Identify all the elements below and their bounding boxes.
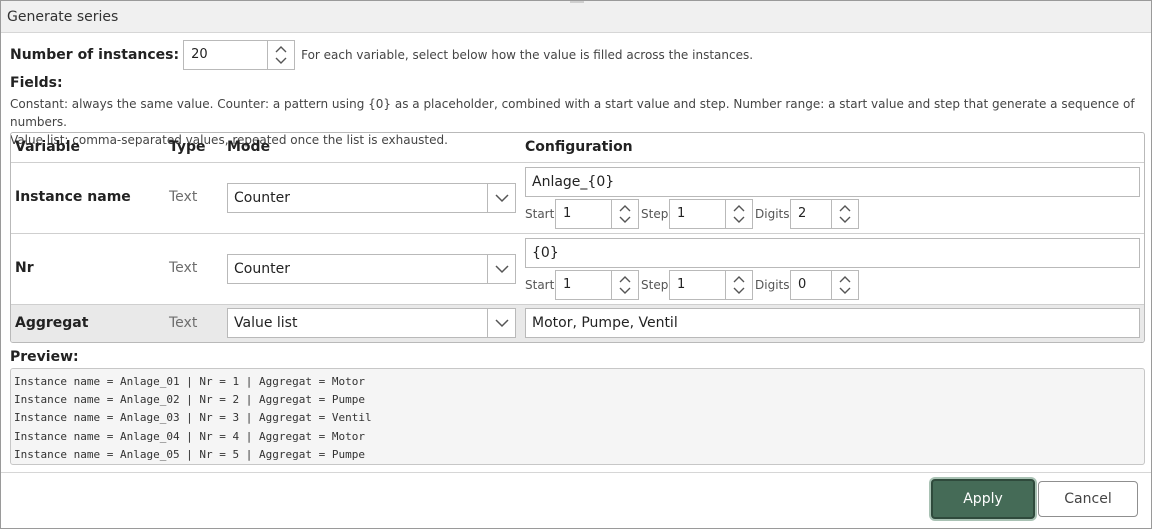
digits-value[interactable]: 2 [798,206,806,221]
fields-label: Fields: [10,75,63,91]
resize-grip-icon[interactable] [570,1,584,4]
dialog-footer [1,472,1151,473]
chevron-up-icon[interactable] [839,204,851,212]
table-row-nr[interactable]: Nr Text Counter {0} Start 1 Step 1 Digit… [11,233,1144,304]
chevron-down-icon[interactable] [839,287,851,295]
pattern-value[interactable]: Anlage_{0} [532,174,614,190]
step-value[interactable]: 1 [677,277,685,292]
apply-button[interactable]: Apply [931,479,1035,519]
preview-label: Preview: [10,349,79,365]
dialog-title: Generate series [1,1,1151,33]
chevron-down-icon[interactable] [733,287,745,295]
variable-name: Aggregat [15,315,89,331]
chevron-down-icon[interactable] [619,216,631,224]
instances-stepper[interactable]: 20 [183,40,296,70]
chevron-up-icon[interactable] [619,275,631,283]
value-list-value[interactable]: Motor, Pumpe, Ventil [532,315,678,331]
preview-box: Instance name = Anlage_01 | Nr = 1 | Agg… [10,368,1145,465]
step-label: Step [641,278,669,292]
start-value[interactable]: 1 [563,277,571,292]
digits-stepper[interactable]: 0 [790,270,859,300]
generate-series-dialog: Generate series Number of instances: 20 … [0,0,1152,529]
start-label: Start [525,207,555,221]
instances-row: Number of instances: 20 For each variabl… [10,40,753,70]
table-row-aggregat[interactable]: Aggregat Text Value list Motor, Pumpe, V… [11,304,1144,342]
value-list-input[interactable]: Motor, Pumpe, Ventil [525,308,1140,338]
chevron-up-icon[interactable] [733,204,745,212]
chevron-down-icon[interactable] [733,216,745,224]
preview-line: Instance name = Anlage_03 | Nr = 3 | Agg… [14,411,372,425]
chevron-down-icon[interactable] [495,319,509,328]
pattern-value[interactable]: {0} [532,245,559,261]
variable-type: Text [169,189,198,205]
start-stepper[interactable]: 1 [555,270,639,300]
start-value[interactable]: 1 [563,206,571,221]
fields-table: Variable Type Mode Configuration Instanc… [10,132,1145,343]
digits-value[interactable]: 0 [798,277,806,292]
chevron-down-icon[interactable] [619,287,631,295]
step-stepper[interactable]: 1 [669,199,753,229]
header-type: Type [169,139,206,155]
instances-value[interactable]: 20 [191,47,208,62]
mode-select-value[interactable]: Counter [234,190,290,206]
preview-line: Instance name = Anlage_02 | Nr = 2 | Agg… [14,393,365,407]
variable-name: Nr [15,260,34,276]
table-row-instance-name[interactable]: Instance name Text Counter Anlage_{0} St… [11,162,1144,233]
preview-line: Instance name = Anlage_04 | Nr = 4 | Agg… [14,429,365,443]
chevron-up-icon[interactable] [275,45,287,53]
chevron-up-icon[interactable] [839,275,851,283]
step-label: Step [641,207,669,221]
cancel-button[interactable]: Cancel [1038,481,1138,517]
variable-name: Instance name [15,189,131,205]
pattern-input[interactable]: Anlage_{0} [525,167,1140,197]
chevron-up-icon[interactable] [619,204,631,212]
mode-select-value[interactable]: Counter [234,261,290,277]
variable-type: Text [169,315,198,331]
step-stepper[interactable]: 1 [669,270,753,300]
chevron-down-icon[interactable] [275,57,287,65]
chevron-down-icon[interactable] [495,265,509,274]
mode-select-value[interactable]: Value list [234,315,297,331]
pattern-input[interactable]: {0} [525,238,1140,268]
digits-label: Digits [755,278,790,292]
step-value[interactable]: 1 [677,206,685,221]
digits-stepper[interactable]: 2 [790,199,859,229]
mode-select[interactable]: Counter [227,183,516,213]
preview-line: Instance name = Anlage_01 | Nr = 1 | Agg… [14,375,365,388]
mode-select[interactable]: Counter [227,254,516,284]
chevron-down-icon[interactable] [495,194,509,203]
description-line: Constant: always the same value. Counter… [10,97,1135,129]
preview-line: Instance name = Anlage_05 | Nr = 5 | Agg… [14,447,365,461]
variable-type: Text [169,260,198,276]
instances-hint: For each variable, select below how the … [301,48,754,62]
instances-label: Number of instances: [10,47,180,63]
header-mode: Mode [227,139,271,155]
start-label: Start [525,278,555,292]
header-configuration: Configuration [525,139,633,155]
mode-select[interactable]: Value list [227,308,516,338]
start-stepper[interactable]: 1 [555,199,639,229]
digits-label: Digits [755,207,790,221]
chevron-down-icon[interactable] [839,216,851,224]
header-variable: Variable [15,139,80,155]
chevron-up-icon[interactable] [733,275,745,283]
